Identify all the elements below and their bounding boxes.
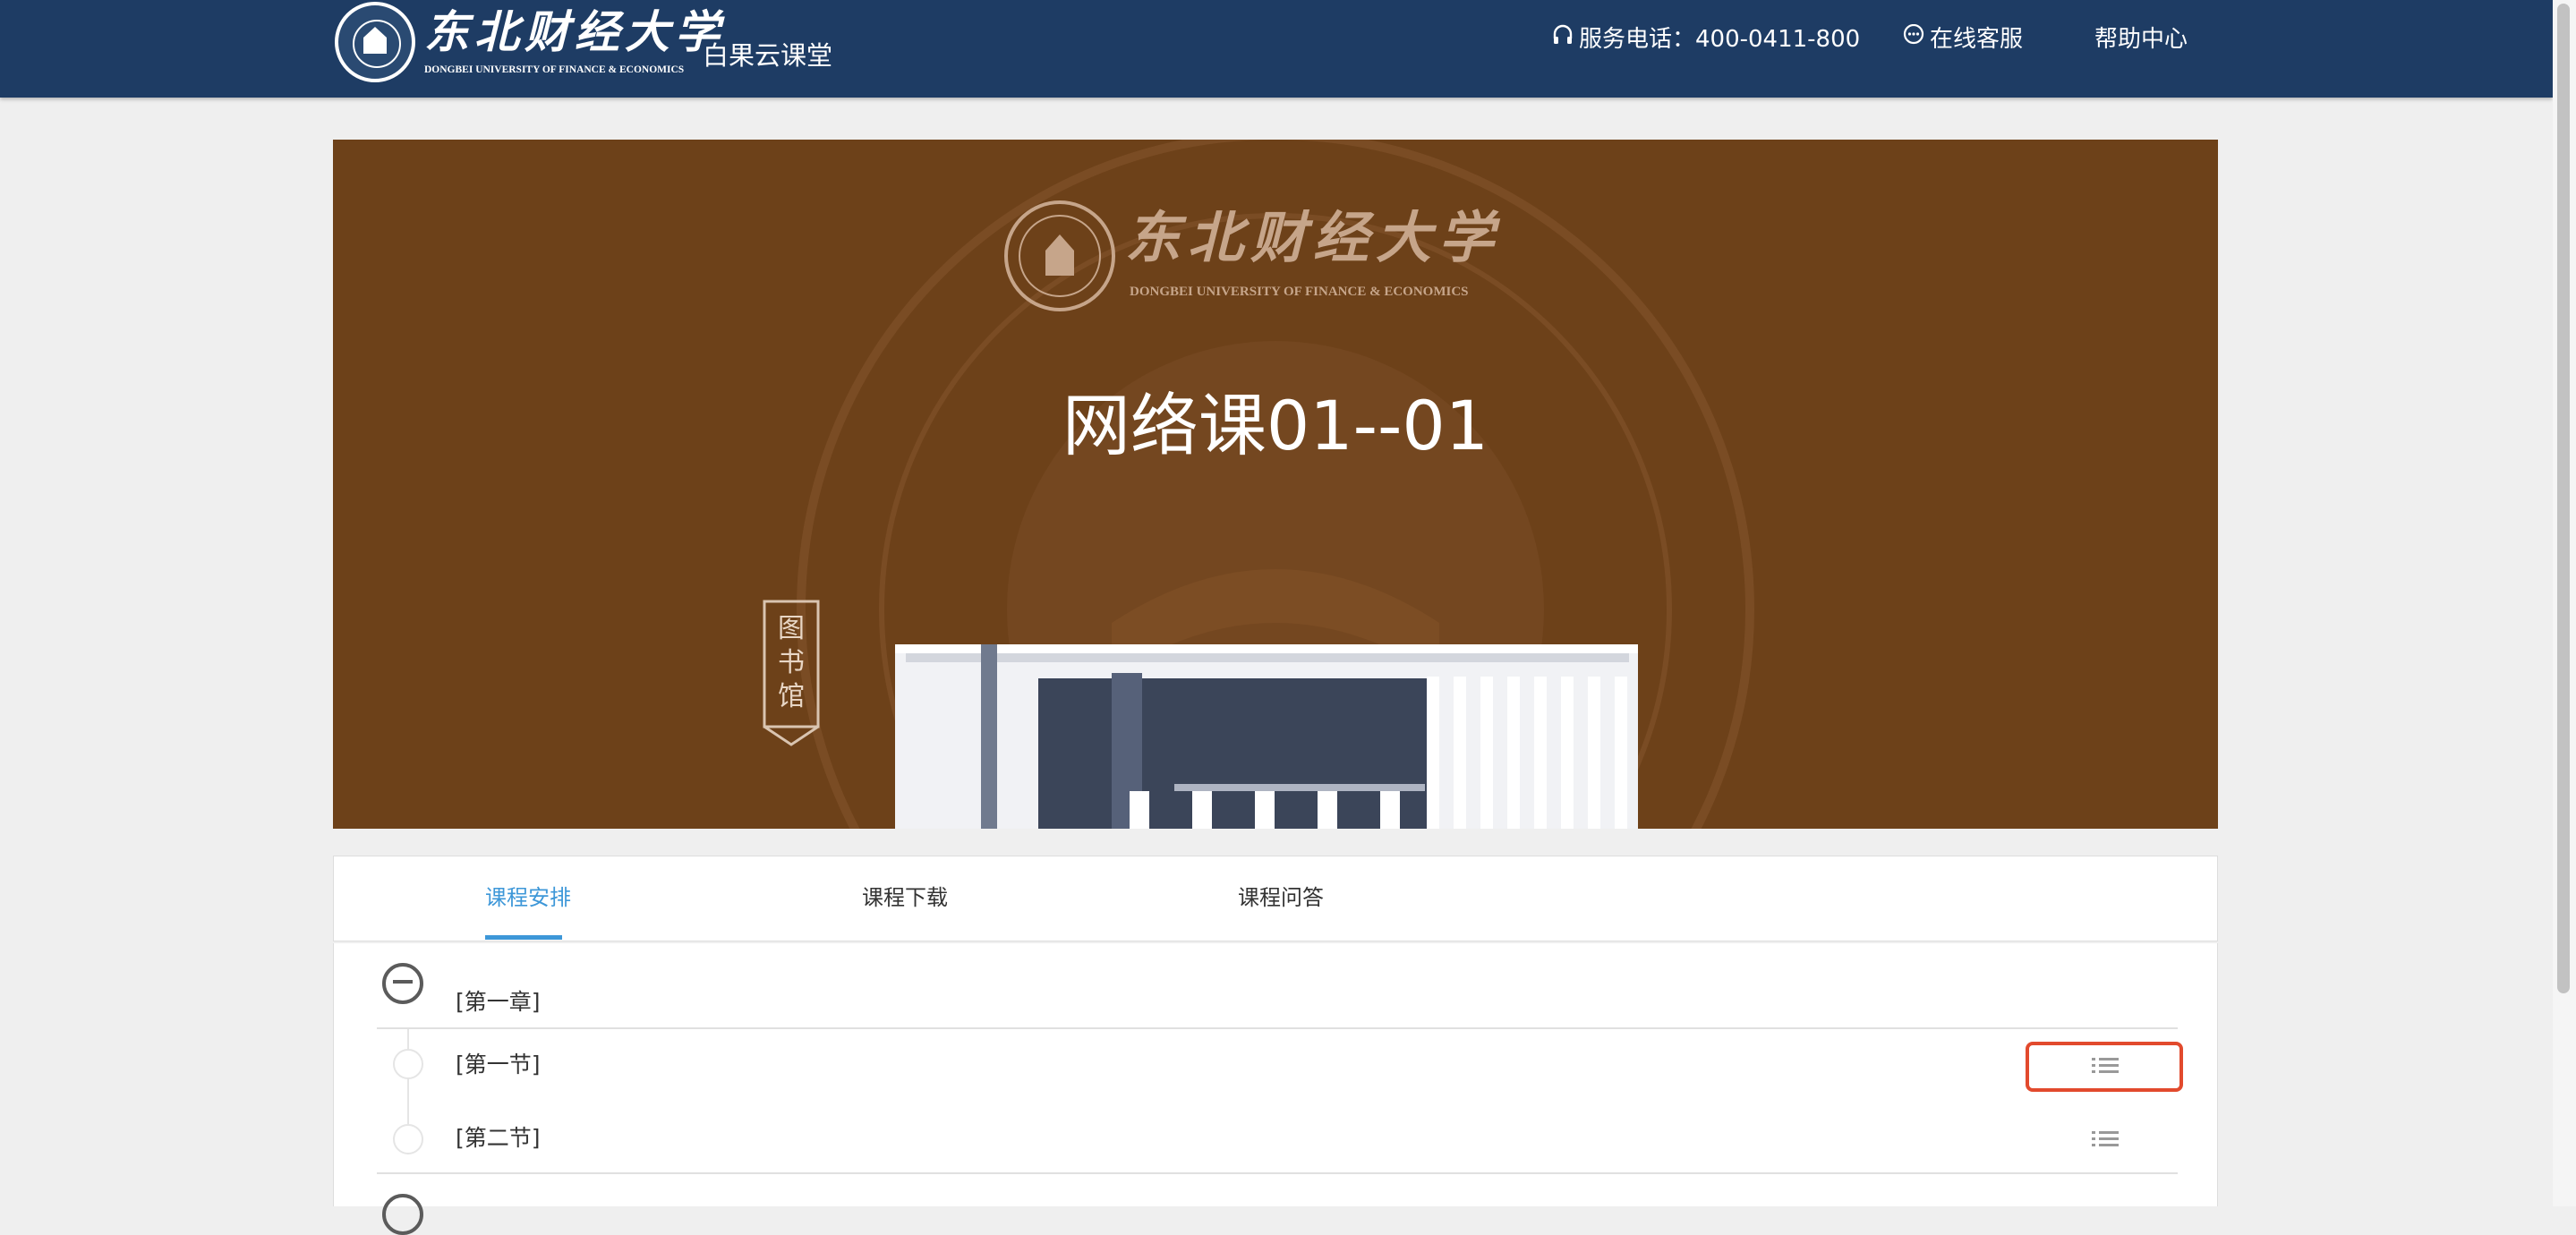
library-sign-text: 图书馆 (778, 613, 805, 712)
help-center-link[interactable]: 帮助中心 (2094, 23, 2188, 55)
page-scrollbar[interactable] (2553, 0, 2576, 1206)
section-label[interactable]: [第一节] (456, 1047, 541, 1083)
course-tabs: 课程安排 课程下载 课程问答 (333, 856, 2218, 941)
online-service-label[interactable]: 在线客服 (1930, 26, 2023, 53)
university-seal-icon[interactable] (335, 2, 415, 82)
course-banner: 东北财经大学 DONGBEI UNIVERSITY OF FINANCE & E… (333, 140, 2218, 829)
service-phone: 服务电话：400-0411-800 (1552, 23, 1860, 55)
scrollbar-thumb[interactable] (2557, 4, 2570, 993)
chapter-divider (377, 1172, 2178, 1174)
chapter-divider (377, 1027, 2178, 1029)
section-label[interactable]: [第二节] (456, 1120, 541, 1156)
top-header: 东北财经大学 DONGBEI UNIVERSITY OF FINANCE & E… (0, 0, 2553, 98)
course-schedule-panel: [第一章] [第一节] [第二节] (333, 943, 2218, 1235)
tab-course-download[interactable]: 课程下载 (862, 878, 948, 917)
service-phone-label: 服务电话：400-0411-800 (1579, 26, 1861, 53)
university-logo-text[interactable]: 东北财经大学 (424, 5, 725, 59)
tab-course-qa[interactable]: 课程问答 (1238, 878, 1324, 917)
chapter-label[interactable]: [第一章] (456, 984, 541, 1020)
list-icon[interactable] (2092, 1056, 2119, 1076)
banner-logo-text: 东北财经大学 (1125, 205, 1502, 270)
tab-course-schedule[interactable]: 课程安排 (485, 878, 571, 917)
headset-icon (1552, 24, 1574, 56)
course-title: 网络课01--01 (1062, 386, 1489, 465)
section-dot (393, 1049, 423, 1079)
collapse-minus-icon[interactable] (382, 963, 423, 1004)
online-service-link[interactable]: 在线客服 (1903, 23, 2023, 55)
banner-logo-english: DONGBEI UNIVERSITY OF FINANCE & ECONOMIC… (1130, 285, 1469, 299)
list-icon[interactable] (2092, 1129, 2119, 1149)
site-name[interactable]: 白果云课堂 (703, 38, 832, 73)
next-chapter-icon[interactable] (382, 1194, 423, 1235)
section-dot (393, 1124, 423, 1154)
university-logo-english: DONGBEI UNIVERSITY OF FINANCE & ECONOMIC… (424, 64, 685, 75)
chat-bubble-icon (1903, 23, 1924, 56)
active-tab-indicator (485, 935, 562, 940)
